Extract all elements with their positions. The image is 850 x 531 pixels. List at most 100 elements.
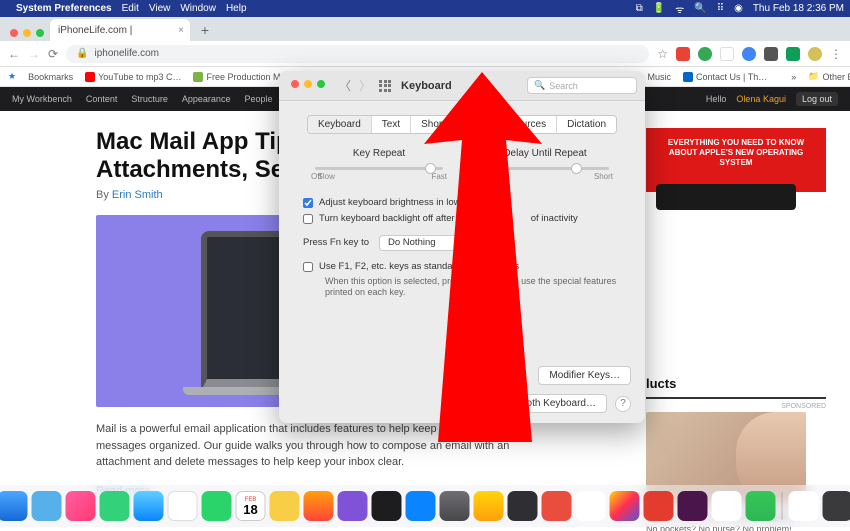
bookmark-item[interactable]: Free Production M… — [193, 72, 289, 82]
dock-app-icon[interactable] — [168, 491, 198, 521]
menubar-window[interactable]: Window — [180, 3, 216, 14]
search-field[interactable]: 🔍 Search — [527, 77, 637, 94]
menubar-view[interactable]: View — [149, 3, 171, 14]
checkbox[interactable] — [303, 198, 313, 208]
siri-icon[interactable]: ◉ — [734, 3, 743, 14]
window-max-icon[interactable] — [317, 80, 325, 88]
menubar-edit[interactable]: Edit — [122, 3, 139, 14]
nav-structure[interactable]: Structure — [131, 94, 168, 104]
window-min-icon[interactable] — [304, 80, 312, 88]
dock-app-icon[interactable] — [474, 491, 504, 521]
tab-text[interactable]: Text — [372, 116, 411, 133]
controlcenter-icon[interactable]: ⠿ — [717, 3, 724, 14]
other-bookmarks[interactable]: 📁 Other Bookmarks — [808, 71, 850, 82]
dock-notes-icon[interactable] — [270, 491, 300, 521]
dock-app-icon[interactable] — [542, 491, 572, 521]
user-link[interactable]: Olena Kagui — [736, 94, 786, 104]
backlight-off-option[interactable]: Turn keyboard backlight off after5of ina… — [303, 211, 627, 227]
dock-app-icon[interactable] — [576, 491, 606, 521]
window-close-icon[interactable] — [291, 80, 299, 88]
extension-icon[interactable] — [720, 47, 734, 61]
spotlight-icon[interactable]: 🔍 — [694, 3, 706, 14]
nav-workbench[interactable]: My Workbench — [12, 94, 72, 104]
window-min-icon[interactable] — [23, 29, 31, 37]
bookmarks-overflow-icon[interactable]: » — [791, 72, 796, 82]
modifier-keys-button[interactable]: Modifier Keys… — [538, 366, 631, 385]
help-icon[interactable]: ? — [615, 396, 631, 412]
battery-icon[interactable]: 🔋 — [653, 3, 665, 14]
adjust-brightness-option[interactable]: Adjust keyboard brightness in low light — [303, 195, 627, 211]
bluetooth-keyboard-button[interactable]: Set Up Bluetooth Keyboard… — [454, 394, 607, 413]
bookmark-item[interactable]: Contact Us | Th… — [683, 72, 767, 82]
syspref-toolbar: 〈 〉 Keyboard 🔍 Search — [279, 71, 645, 101]
tab-dictation[interactable]: Dictation — [557, 116, 616, 133]
dock-facetime-icon[interactable] — [202, 491, 232, 521]
bookmark-star-icon[interactable]: ☆ — [657, 47, 668, 61]
browser-tab[interactable]: iPhoneLife.com | × — [50, 19, 190, 41]
window-max-icon[interactable] — [36, 29, 44, 37]
forward-button[interactable]: 〉 — [359, 77, 371, 94]
menubar-clock[interactable]: Thu Feb 18 2:36 PM — [753, 3, 844, 14]
dock-trash-icon[interactable] — [823, 491, 850, 521]
menubar-help[interactable]: Help — [226, 3, 247, 14]
dock-podcasts-icon[interactable] — [338, 491, 368, 521]
author-link[interactable]: Erin Smith — [112, 189, 163, 201]
dock-appstore-icon[interactable] — [406, 491, 436, 521]
bookmarks-label[interactable]: Bookmarks — [28, 72, 73, 82]
key-repeat-slider[interactable] — [315, 167, 443, 170]
dock-slack-icon[interactable] — [678, 491, 708, 521]
nav-people[interactable]: People — [244, 94, 272, 104]
show-all-icon[interactable] — [379, 80, 391, 92]
dock-tv-icon[interactable] — [372, 491, 402, 521]
dock-messages-icon[interactable] — [100, 491, 130, 521]
hello-label: Hello — [706, 94, 727, 104]
status-icon[interactable]: ⧉ — [636, 3, 643, 14]
bookmarks-icon[interactable]: ★ — [8, 71, 16, 82]
checkbox[interactable] — [303, 214, 313, 224]
dock-music-icon[interactable] — [304, 491, 334, 521]
fn-key-select[interactable]: Do Nothing⌃⌄ — [379, 235, 477, 251]
dock-app-icon[interactable] — [644, 491, 674, 521]
dock-finder-icon[interactable] — [0, 491, 28, 521]
chrome-menu-icon[interactable]: ⋮ — [830, 47, 842, 61]
forward-button[interactable]: → — [28, 47, 40, 61]
window-close-icon[interactable] — [10, 29, 18, 37]
promo-banner[interactable]: EVERYTHING YOU NEED TO KNOW ABOUT APPLE'… — [646, 128, 826, 192]
delay-repeat-slider[interactable] — [481, 167, 609, 170]
nav-content[interactable]: Content — [86, 94, 118, 104]
checkbox[interactable] — [303, 262, 313, 272]
extension-icon[interactable] — [676, 47, 690, 61]
nav-appearance[interactable]: Appearance — [182, 94, 231, 104]
logout-button[interactable]: Log out — [796, 92, 838, 106]
dock-app-icon[interactable] — [610, 491, 640, 521]
bookmark-item[interactable]: YouTube to mp3 C… — [85, 72, 181, 82]
delay-repeat-label: Delay Until Repeat — [475, 148, 615, 159]
tab-shortcuts[interactable]: Shortcuts — [411, 116, 474, 133]
tab-keyboard[interactable]: Keyboard — [308, 116, 372, 133]
back-button[interactable]: ← — [8, 47, 20, 61]
dock-app-icon[interactable] — [32, 491, 62, 521]
dock-app-icon[interactable] — [508, 491, 538, 521]
dock-mail-icon[interactable] — [134, 491, 164, 521]
dock-chrome-icon[interactable] — [712, 491, 742, 521]
profile-avatar-icon[interactable] — [808, 47, 822, 61]
menubar-app[interactable]: System Preferences — [16, 3, 112, 14]
wifi-icon[interactable]: ᯤ — [675, 2, 684, 16]
address-bar[interactable]: 🔒 iphonelife.com — [66, 45, 649, 63]
tab-input-sources[interactable]: Input Sources — [474, 116, 557, 133]
dock-systempref-icon[interactable] — [440, 491, 470, 521]
tab-close-icon[interactable]: × — [178, 25, 184, 36]
extension-icon[interactable] — [698, 47, 712, 61]
new-tab-button[interactable]: + — [196, 21, 214, 39]
dock-app-icon[interactable] — [789, 491, 819, 521]
dock-app-icon[interactable] — [66, 491, 96, 521]
reload-button[interactable]: ⟳ — [48, 47, 58, 61]
extension-icon[interactable] — [764, 47, 778, 61]
extension-icon[interactable] — [742, 47, 756, 61]
extension-icon[interactable] — [786, 47, 800, 61]
system-preferences-window: 〈 〉 Keyboard 🔍 Search Keyboard Text Shor… — [279, 71, 645, 423]
backlight-duration-field[interactable]: 5 — [465, 212, 491, 226]
back-button[interactable]: 〈 — [339, 77, 351, 94]
dock-app-icon[interactable] — [746, 491, 776, 521]
standard-fkeys-option[interactable]: Use F1, F2, etc. keys as standard functi… — [303, 259, 627, 275]
